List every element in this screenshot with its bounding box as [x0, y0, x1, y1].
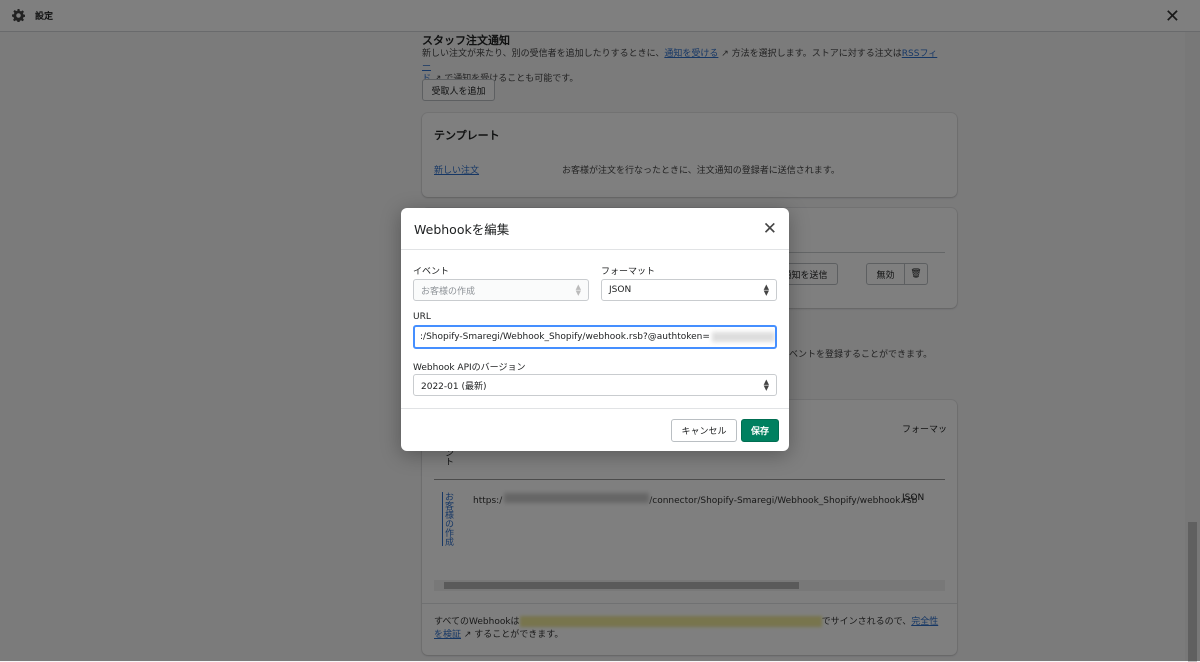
select-arrow-icon: ▲ ▼	[763, 283, 769, 297]
version-label: Webhook APIのバージョン	[413, 363, 526, 373]
modal-title: Webhookを編集	[414, 222, 510, 237]
version-select[interactable]: 2022-01 (最新) ▲ ▼	[413, 374, 777, 396]
edit-webhook-modal: Webhookを編集 ✕ イベント お客様の作成 ▲ ▼ フォーマット JSON ▲ ▼…	[401, 208, 789, 451]
save-button[interactable]: 保存	[741, 419, 779, 442]
select-arrow-icon: ▲ ▼	[763, 378, 769, 392]
format-value: JSON	[609, 285, 632, 295]
modal-footer-divider	[401, 408, 789, 409]
redacted-token	[711, 332, 775, 342]
event-value: お客様の作成	[421, 286, 476, 297]
cancel-button[interactable]: キャンセル	[671, 419, 737, 442]
url-value: :/Shopify-Smaregi/Webhook_Shopify/webhoo…	[420, 332, 710, 342]
url-label: URL	[413, 312, 431, 322]
format-select[interactable]: JSON ▲ ▼	[601, 279, 777, 301]
url-input[interactable]: :/Shopify-Smaregi/Webhook_Shopify/webhoo…	[413, 325, 777, 349]
version-value: 2022-01 (最新)	[421, 381, 487, 392]
format-label: フォーマット	[601, 267, 656, 277]
select-arrow-icon: ▲ ▼	[575, 283, 581, 297]
event-select: お客様の作成 ▲ ▼	[413, 279, 589, 301]
close-icon[interactable]: ✕	[763, 219, 777, 239]
event-label: イベント	[413, 267, 450, 277]
